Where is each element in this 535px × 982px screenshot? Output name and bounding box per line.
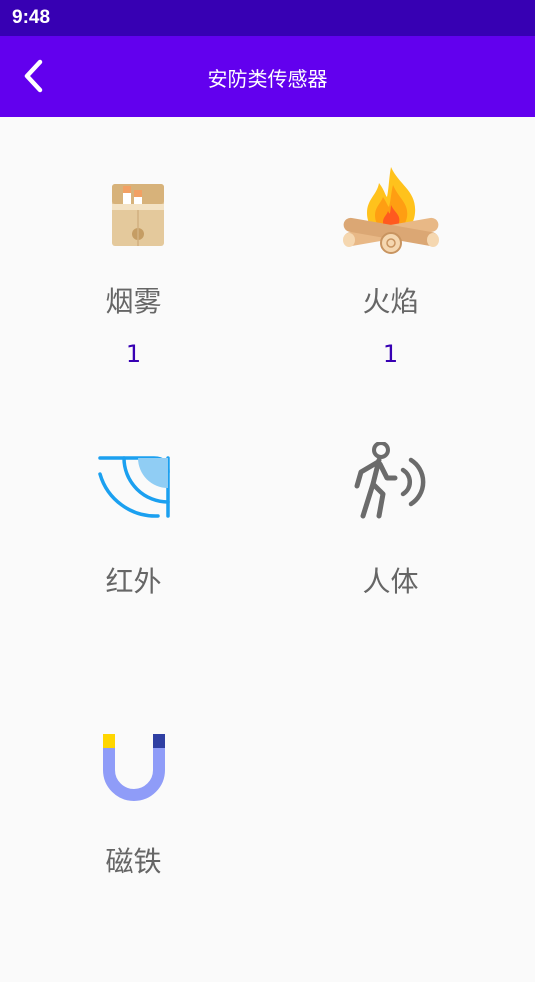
sensor-label: 人体 xyxy=(362,565,419,598)
sensor-label: 磁铁 xyxy=(105,845,162,878)
sensor-tile-magnet[interactable]: 磁铁 xyxy=(0,712,267,982)
sensor-tile-human-body[interactable]: 人体 xyxy=(257,432,524,702)
sensor-label: 红外 xyxy=(105,565,162,598)
sensor-count: 1 xyxy=(125,340,142,368)
walking-person-icon xyxy=(336,432,446,532)
magnet-icon xyxy=(79,712,189,812)
sensor-tile-infrared[interactable]: 红外 xyxy=(0,432,267,702)
status-time: 9:48 xyxy=(12,7,51,28)
campfire-icon xyxy=(336,160,446,260)
page-title: 安防类传感器 xyxy=(207,67,328,91)
sensor-count: 1 xyxy=(382,340,399,368)
cigarette-pack-icon xyxy=(79,160,189,260)
sensor-tile-flame[interactable]: 火焰 1 xyxy=(257,160,524,430)
sensor-label: 火焰 xyxy=(362,285,419,318)
sensor-label: 烟雾 xyxy=(105,285,162,318)
status-bar: 9:48 xyxy=(0,0,535,36)
sensor-tile-smoke[interactable]: 烟雾 1 xyxy=(0,160,267,430)
infrared-signal-icon xyxy=(79,432,189,532)
app-bar: 安防类传感器 xyxy=(0,36,535,117)
